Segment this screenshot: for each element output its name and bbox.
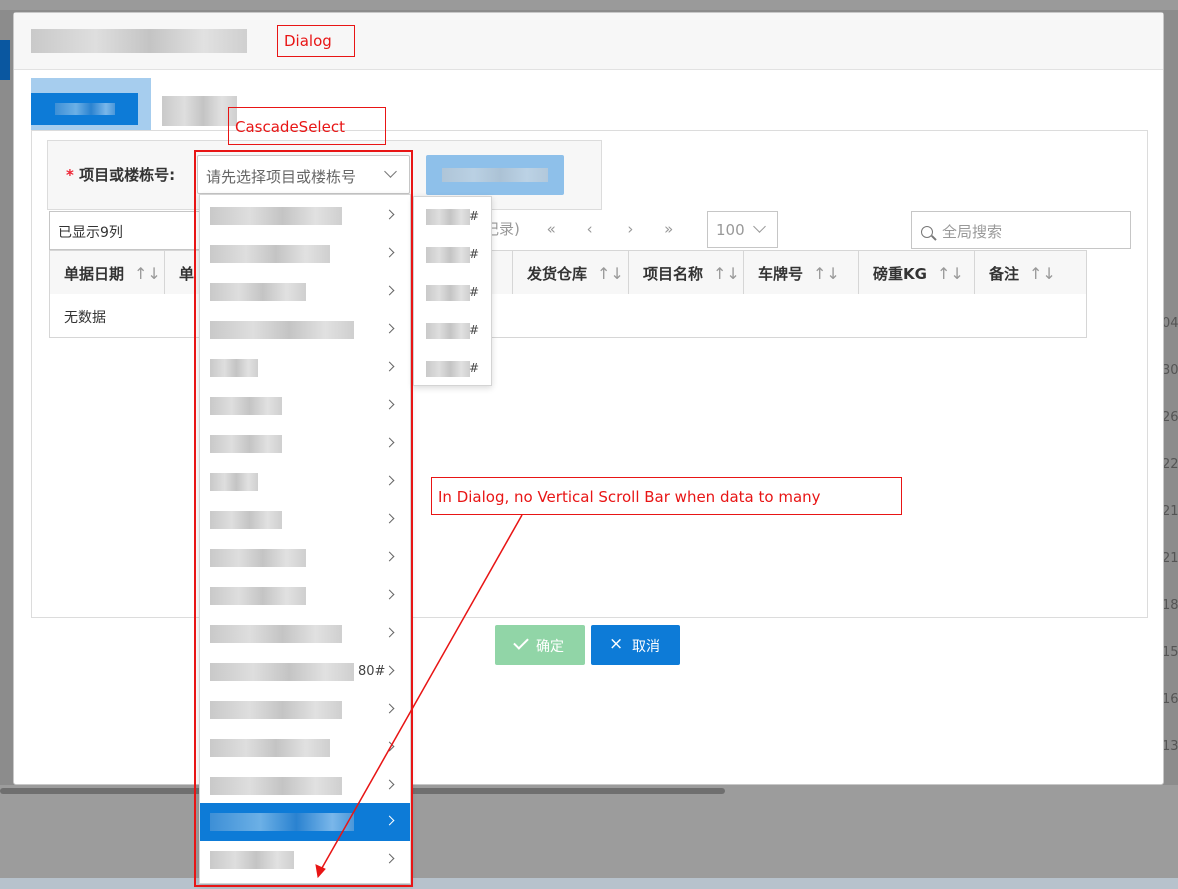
annotation-arrow <box>315 514 523 879</box>
